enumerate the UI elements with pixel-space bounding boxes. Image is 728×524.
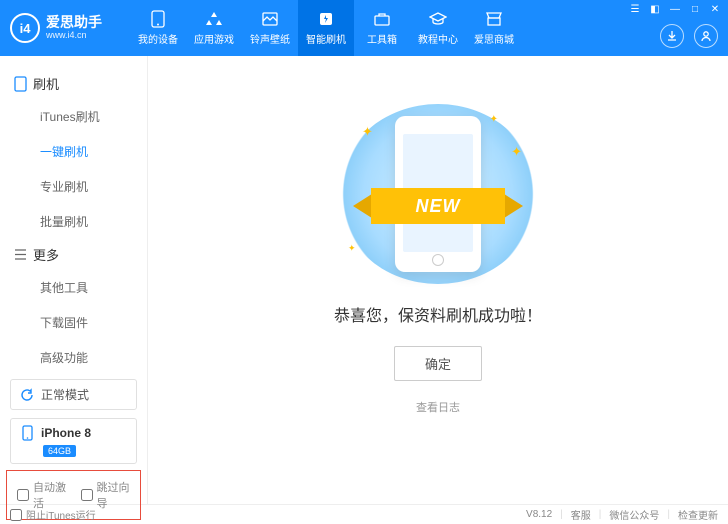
tab-wallpaper[interactable]: 铃声壁纸 [242, 0, 298, 56]
logo-icon: i4 [10, 13, 40, 43]
storage-badge: 64GB [43, 445, 76, 457]
tab-label: 工具箱 [367, 31, 397, 46]
wallpaper-icon [261, 10, 279, 28]
tab-label: 应用游戏 [194, 31, 234, 46]
more-icon [14, 248, 27, 261]
store-icon [485, 10, 503, 28]
sidebar-item-other-tools[interactable]: 其他工具 [0, 270, 147, 305]
tab-apps[interactable]: 应用游戏 [186, 0, 242, 56]
close-icon[interactable]: ✕ [708, 4, 722, 15]
phone-outline-icon [14, 76, 27, 92]
sidebar-group-more: 更多 [0, 239, 147, 270]
app-logo: i4 爱思助手 www.i4.cn [10, 13, 102, 43]
tab-label: 我的设备 [138, 31, 178, 46]
tab-flash[interactable]: 智能刷机 [298, 0, 354, 56]
minimize-icon[interactable]: — [668, 4, 682, 15]
phone-icon [149, 10, 167, 28]
main-content: ✦ ✦ ✦ ✦ NEW 恭喜您，保资料刷机成功啦！ 确定 查看日志 [148, 56, 728, 504]
window-controls: ☰ ◧ — □ ✕ [628, 4, 722, 15]
skin-icon[interactable]: ◧ [648, 4, 662, 15]
device-name: iPhone 8 [41, 426, 91, 440]
sidebar-item-batch-flash[interactable]: 批量刷机 [0, 204, 147, 239]
success-message: 恭喜您，保资料刷机成功啦！ [334, 302, 542, 326]
app-title: 爱思助手 [46, 15, 102, 30]
mode-label: 正常模式 [41, 386, 89, 403]
sidebar: 刷机 iTunes刷机 一键刷机 专业刷机 批量刷机 更多 其他工具 下载固件 … [0, 56, 148, 504]
mode-status[interactable]: 正常模式 [10, 379, 137, 410]
sidebar-item-itunes-flash[interactable]: iTunes刷机 [0, 99, 147, 134]
device-status[interactable]: iPhone 8 64GB [10, 418, 137, 464]
maximize-icon[interactable]: □ [688, 4, 702, 15]
view-log-link[interactable]: 查看日志 [416, 399, 460, 415]
apps-icon [205, 10, 223, 28]
refresh-icon [19, 387, 35, 403]
sidebar-group-flash: 刷机 [0, 68, 147, 99]
toolbox-icon [373, 10, 391, 28]
app-url: www.i4.cn [46, 31, 102, 41]
version-label: V8.12 [526, 509, 552, 520]
main-tabs: 我的设备 应用游戏 铃声壁纸 智能刷机 工具箱 教程中心 爱思商城 [130, 0, 522, 56]
title-bar: i4 爱思助手 www.i4.cn 我的设备 应用游戏 铃声壁纸 智能刷机 工具… [0, 0, 728, 56]
ok-button[interactable]: 确定 [394, 346, 482, 381]
flash-icon [317, 10, 335, 28]
sidebar-item-advanced[interactable]: 高级功能 [0, 340, 147, 375]
tutorial-icon [429, 10, 447, 28]
tab-tutorial[interactable]: 教程中心 [410, 0, 466, 56]
tab-label: 铃声壁纸 [250, 31, 290, 46]
tab-label: 爱思商城 [474, 31, 514, 46]
tab-toolbox[interactable]: 工具箱 [354, 0, 410, 56]
device-icon [19, 425, 35, 441]
download-button[interactable] [660, 24, 684, 48]
sidebar-item-pro-flash[interactable]: 专业刷机 [0, 169, 147, 204]
tab-store[interactable]: 爱思商城 [466, 0, 522, 56]
tab-label: 智能刷机 [306, 31, 346, 46]
new-ribbon: NEW [371, 188, 505, 224]
support-link[interactable]: 客服 [571, 507, 591, 522]
tab-my-device[interactable]: 我的设备 [130, 0, 186, 56]
user-button[interactable] [694, 24, 718, 48]
wechat-link[interactable]: 微信公众号 [609, 507, 659, 522]
block-itunes-checkbox[interactable]: 阻止iTunes运行 [10, 507, 96, 522]
sidebar-item-oneclick-flash[interactable]: 一键刷机 [0, 134, 147, 169]
sidebar-item-download-firmware[interactable]: 下载固件 [0, 305, 147, 340]
tab-label: 教程中心 [418, 31, 458, 46]
menu-icon[interactable]: ☰ [628, 4, 642, 15]
success-illustration: ✦ ✦ ✦ ✦ NEW [338, 104, 538, 284]
update-link[interactable]: 检查更新 [678, 507, 718, 522]
